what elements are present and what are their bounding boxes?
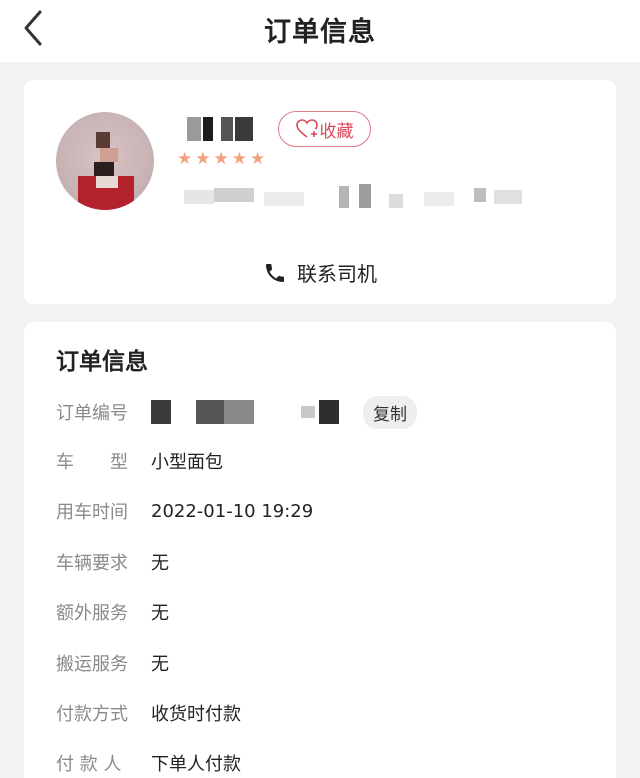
driver-name [187, 117, 257, 141]
order-number-value [151, 400, 351, 424]
driver-rating: ★ ★ ★ ★ ★ [177, 150, 265, 168]
top-nav-bar: 订单信息 [0, 0, 640, 62]
heart-plus-icon [295, 119, 318, 138]
star-icon: ★ [195, 149, 211, 169]
order-info-card: 订单信息 订单编号 复制 车 型 小型面包 用车时间 2022-01-10 19… [24, 322, 616, 778]
row-label: 付款方式 [56, 704, 128, 725]
row-label: 付 款 人 [56, 754, 122, 775]
contact-driver-button[interactable]: 联系司机 [24, 258, 616, 287]
section-title: 订单信息 [56, 349, 148, 375]
contact-driver-label: 联系司机 [297, 262, 377, 286]
row-value: 无 [151, 603, 169, 624]
row-value: 2022-01-10 19:29 [151, 500, 314, 522]
order-row-extra-service: 额外服务 无 [56, 597, 169, 627]
page-title: 订单信息 [264, 17, 376, 48]
copy-button[interactable]: 复制 [363, 395, 417, 429]
row-label: 车辆要求 [56, 553, 128, 574]
star-icon: ★ [177, 149, 193, 169]
order-row-vehicle-type: 车 型 小型面包 [56, 446, 223, 476]
row-label: 订单编号 [56, 403, 128, 424]
row-value: 小型面包 [151, 452, 223, 473]
star-icon: ★ [213, 149, 229, 169]
star-icon: ★ [231, 149, 247, 169]
phone-icon [266, 263, 284, 282]
row-value: 收货时付款 [151, 704, 241, 725]
row-value: 无 [151, 553, 169, 574]
row-label: 额外服务 [56, 603, 128, 624]
order-row-vehicle-requirement: 车辆要求 无 [56, 547, 169, 577]
row-value: 下单人付款 [151, 754, 241, 775]
order-row-payment-method: 付款方式 收货时付款 [56, 698, 241, 728]
favorite-label: 收藏 [319, 121, 354, 142]
favorite-button[interactable]: 收藏 [278, 111, 371, 147]
row-label: 用车时间 [56, 502, 128, 523]
row-label: 车 型 [56, 452, 128, 473]
driver-card: 收藏 ★ ★ ★ ★ ★ 联系司机 [24, 80, 616, 304]
star-icon: ★ [250, 149, 266, 169]
row-value: 无 [151, 654, 169, 675]
driver-vehicle-info [174, 182, 594, 212]
order-row-moving-service: 搬运服务 无 [56, 648, 169, 678]
order-row-time: 用车时间 2022-01-10 19:29 [56, 496, 313, 526]
row-label: 搬运服务 [56, 654, 128, 675]
driver-avatar [56, 112, 154, 210]
order-row-payer: 付 款 人 下单人付款 [56, 748, 241, 778]
order-row-number: 订单编号 复制 [56, 395, 417, 429]
